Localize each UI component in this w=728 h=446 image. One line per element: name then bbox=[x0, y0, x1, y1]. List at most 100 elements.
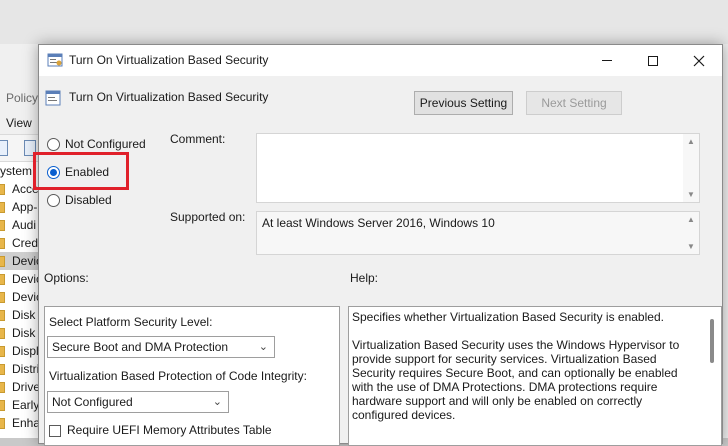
folder-icon bbox=[0, 220, 5, 231]
close-button[interactable] bbox=[676, 45, 722, 76]
options-panel: Select Platform Security Level: Secure B… bbox=[44, 306, 340, 446]
policy-icon bbox=[47, 53, 63, 67]
folder-icon bbox=[0, 328, 5, 339]
code-integrity-label: Virtualization Based Protection of Code … bbox=[49, 369, 307, 383]
maximize-button[interactable] bbox=[630, 45, 676, 76]
background-menu-view[interactable]: View bbox=[6, 116, 32, 130]
supported-on-label: Supported on: bbox=[170, 210, 246, 224]
help-paragraph: Virtualization Based Security uses the W… bbox=[352, 338, 680, 422]
tree-item[interactable]: Cred bbox=[0, 234, 40, 252]
radio-button[interactable] bbox=[47, 193, 60, 207]
scroll-down-icon[interactable]: ▼ bbox=[687, 190, 695, 199]
supported-on-value: At least Windows Server 2016, Windows 10 bbox=[262, 216, 495, 230]
options-label: Options: bbox=[44, 271, 89, 285]
folder-icon bbox=[0, 310, 5, 321]
radio-enabled[interactable]: Enabled bbox=[47, 163, 109, 181]
scroll-down-icon[interactable]: ▼ bbox=[687, 242, 695, 251]
help-scrollbar[interactable] bbox=[704, 307, 721, 445]
scroll-up-icon[interactable]: ▲ bbox=[687, 137, 695, 146]
platform-security-level-label: Select Platform Security Level: bbox=[49, 315, 213, 329]
tree-item-label: Distri bbox=[12, 362, 40, 376]
tree-item[interactable]: App- bbox=[0, 198, 40, 216]
folder-icon bbox=[0, 202, 5, 213]
tree-item[interactable]: Devic bbox=[0, 252, 40, 270]
radio-button[interactable] bbox=[47, 165, 60, 179]
folder-icon bbox=[0, 346, 5, 357]
platform-security-level-value: Secure Boot and DMA Protection bbox=[52, 340, 229, 354]
platform-security-level-select[interactable]: Secure Boot and DMA Protection ⌄ bbox=[47, 336, 275, 358]
radio-label: Disabled bbox=[65, 193, 112, 207]
tree-item-label: Devic bbox=[12, 272, 40, 286]
help-panel: Specifies whether Virtualization Based S… bbox=[348, 306, 722, 446]
tree-item-label: Devic bbox=[12, 254, 40, 268]
tree-item-label: ystem bbox=[0, 164, 33, 178]
dialog-titlebar: Turn On Virtualization Based Security bbox=[39, 45, 722, 76]
folder-icon bbox=[0, 256, 5, 267]
help-label: Help: bbox=[350, 271, 379, 285]
close-icon bbox=[693, 55, 705, 66]
chevron-down-icon: ⌄ bbox=[258, 341, 268, 353]
comment-label: Comment: bbox=[170, 132, 226, 146]
folder-icon bbox=[0, 238, 5, 249]
tree-item[interactable]: Disk bbox=[0, 324, 40, 342]
tree-item[interactable]: Displ bbox=[0, 342, 40, 360]
folder-icon bbox=[0, 382, 5, 393]
comment-scrollbar[interactable]: ▲ ▼ bbox=[683, 134, 699, 202]
maximize-icon bbox=[648, 55, 658, 66]
folder-icon bbox=[0, 292, 5, 303]
tree-item[interactable]: Devic bbox=[0, 270, 40, 288]
tree-item[interactable]: Enha bbox=[0, 414, 40, 432]
folder-icon bbox=[0, 274, 5, 285]
background-titlebar bbox=[0, 0, 728, 44]
tree-item-label: Disk bbox=[12, 326, 36, 340]
policy-tree: ystem Acce App- Audi Cred Devic Devic Devic Disk… bbox=[0, 162, 40, 438]
tree-item-label: Cred bbox=[12, 236, 39, 250]
uefi-memory-checkbox-row[interactable]: Require UEFI Memory Attributes Table bbox=[49, 423, 272, 437]
radio-disabled[interactable]: Disabled bbox=[47, 191, 112, 209]
toolbar-button[interactable] bbox=[0, 140, 8, 156]
folder-icon bbox=[0, 364, 5, 375]
tree-item[interactable]: Devic bbox=[0, 288, 40, 306]
comment-textbox[interactable]: ▲ ▼ bbox=[256, 133, 700, 203]
radio-label: Enabled bbox=[65, 165, 110, 179]
policy-header-title: Turn On Virtualization Based Security bbox=[69, 90, 269, 104]
tree-item-label: Disk bbox=[12, 308, 36, 322]
tree-item[interactable]: Early bbox=[0, 396, 40, 414]
dialog-title: Turn On Virtualization Based Security bbox=[69, 53, 269, 67]
tree-item[interactable]: Distri bbox=[0, 360, 40, 378]
tree-item-label: Drive bbox=[12, 380, 40, 394]
previous-setting-button[interactable]: Previous Setting bbox=[414, 91, 513, 115]
uefi-memory-checkbox-label: Require UEFI Memory Attributes Table bbox=[67, 423, 272, 437]
background-menu-policy[interactable]: Policy bbox=[6, 91, 38, 105]
supported-on-scrollbar[interactable]: ▲ ▼ bbox=[683, 212, 699, 254]
policy-setting-dialog: Turn On Virtualization Based Security Tu… bbox=[33, 44, 723, 446]
tree-item[interactable]: Disk bbox=[0, 306, 40, 324]
next-setting-button[interactable]: Next Setting bbox=[526, 91, 622, 115]
code-integrity-select[interactable]: Not Configured ⌄ bbox=[47, 391, 229, 413]
minimize-button[interactable] bbox=[584, 45, 630, 76]
tree-item-label: Enha bbox=[12, 416, 40, 430]
chevron-down-icon: ⌄ bbox=[212, 396, 222, 408]
help-scroll-thumb[interactable] bbox=[710, 319, 714, 363]
radio-not-configured[interactable]: Not Configured bbox=[47, 135, 146, 153]
radio-button[interactable] bbox=[47, 137, 60, 151]
uefi-memory-checkbox[interactable] bbox=[49, 424, 61, 437]
help-paragraph: Specifies whether Virtualization Based S… bbox=[352, 310, 664, 324]
tree-item[interactable]: Drive bbox=[0, 378, 40, 396]
folder-icon bbox=[0, 184, 5, 195]
tree-item[interactable]: Audi bbox=[0, 216, 40, 234]
policy-icon bbox=[45, 90, 61, 106]
help-text: Specifies whether Virtualization Based S… bbox=[352, 310, 700, 436]
tree-item-label: Audi bbox=[12, 218, 37, 232]
minimize-icon bbox=[602, 60, 612, 61]
tree-item-label: App- bbox=[12, 200, 38, 214]
tree-item-label: Displ bbox=[12, 344, 39, 358]
tree-item-label: Early bbox=[12, 398, 40, 412]
tree-item-label: Devic bbox=[12, 290, 40, 304]
code-integrity-value: Not Configured bbox=[52, 395, 133, 409]
scroll-up-icon[interactable]: ▲ bbox=[687, 215, 695, 224]
radio-label: Not Configured bbox=[65, 137, 146, 151]
folder-icon bbox=[0, 418, 5, 429]
supported-on-box: At least Windows Server 2016, Windows 10… bbox=[256, 211, 700, 255]
folder-icon bbox=[0, 400, 5, 411]
